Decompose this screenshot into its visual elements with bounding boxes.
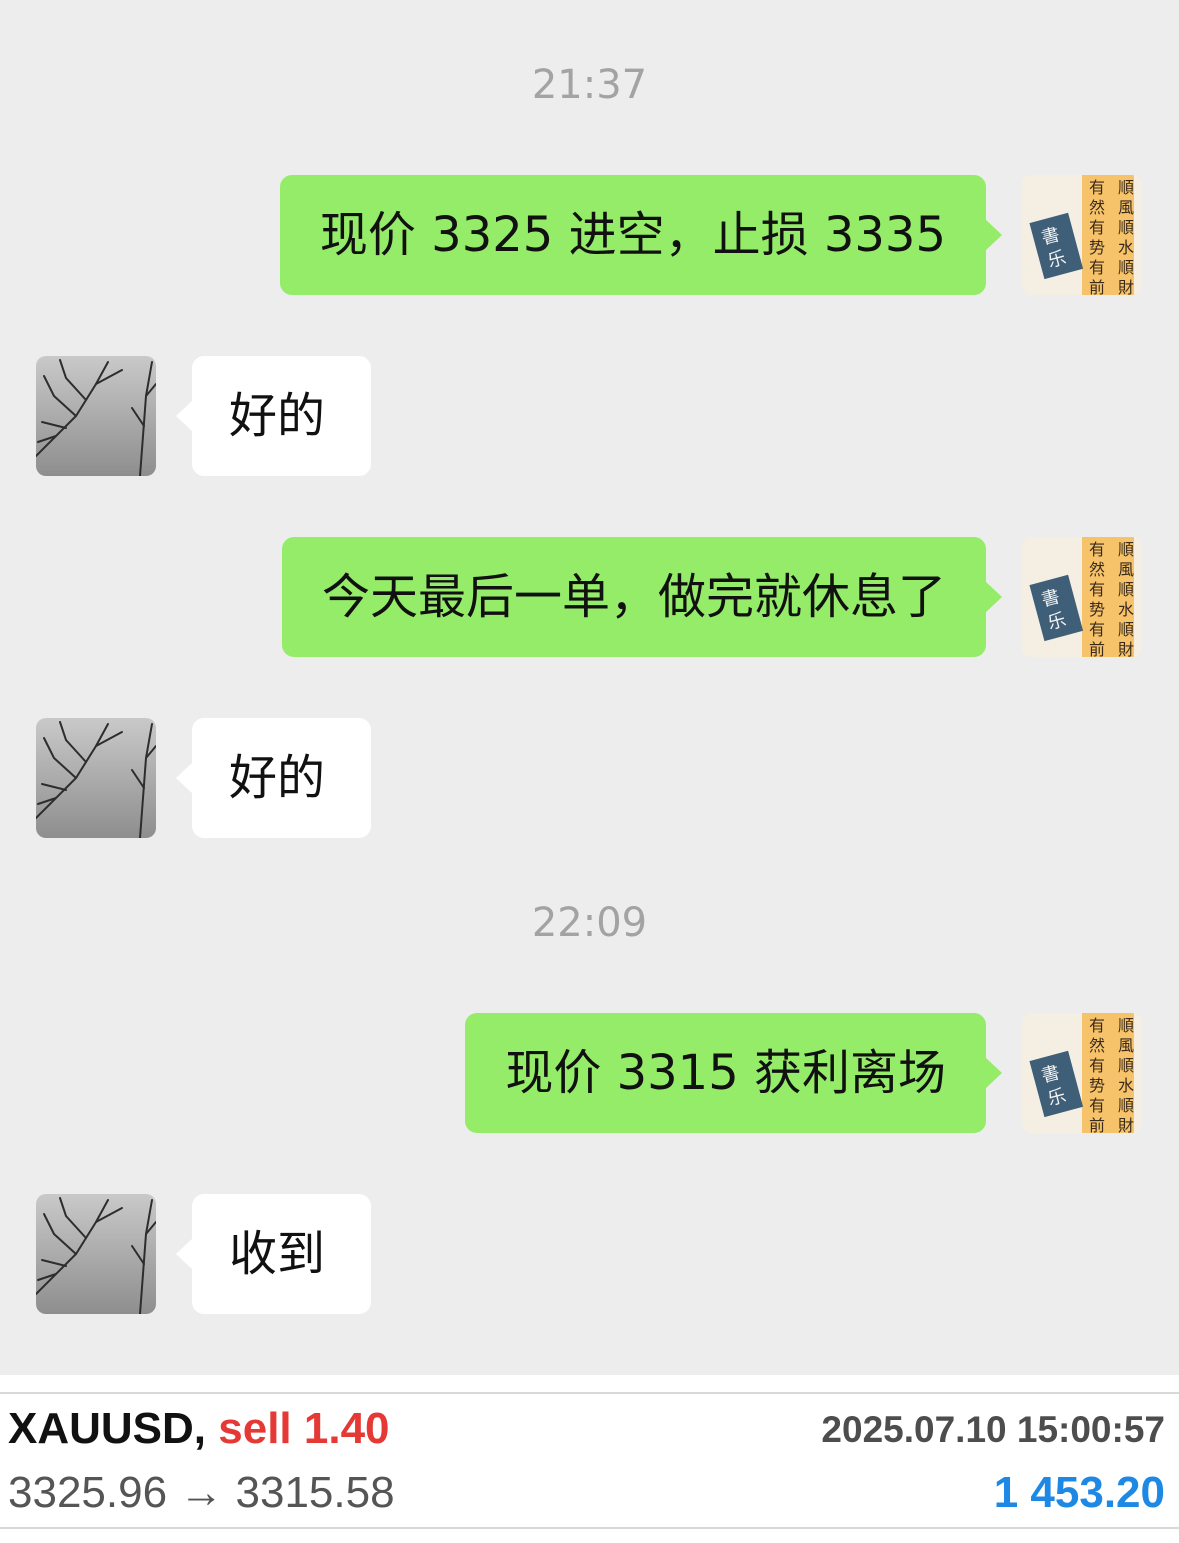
chat-area[interactable]: 21:37 现价 3325 进空，止损 3335 順 風 順 水 順 財 有 然… (0, 0, 1179, 1375)
message-bubble-received[interactable]: 好的 (176, 718, 371, 838)
message-bubble-sent[interactable]: 现价 3325 进空，止损 3335 (279, 175, 1003, 295)
svg-text:前: 前 (1089, 640, 1105, 657)
svg-text:順: 順 (1118, 1096, 1134, 1115)
trade-header: XAUUSD, sell 1.40 (8, 1401, 390, 1457)
calligraphy-avatar-icon[interactable]: 順 風 順 水 順 財 有 然 有 势 有 前 書 乐 (1022, 175, 1142, 295)
calligraphy-avatar-icon[interactable]: 順 風 順 水 順 財 有 然 有 势 有 前 書 乐 (1022, 537, 1142, 657)
svg-text:有: 有 (1089, 1096, 1105, 1115)
svg-text:有: 有 (1089, 1016, 1105, 1035)
svg-text:順: 順 (1118, 258, 1134, 277)
svg-text:順: 順 (1118, 218, 1134, 237)
divider (0, 1527, 1179, 1529)
svg-text:財: 財 (1118, 1116, 1134, 1133)
svg-text:順: 順 (1118, 540, 1134, 559)
svg-text:財: 財 (1118, 640, 1134, 657)
svg-text:势: 势 (1089, 1076, 1105, 1095)
svg-text:然: 然 (1089, 560, 1105, 579)
svg-text:風: 風 (1118, 560, 1134, 579)
svg-text:然: 然 (1089, 1036, 1105, 1055)
svg-text:然: 然 (1089, 198, 1105, 217)
svg-text:有: 有 (1089, 258, 1105, 277)
svg-text:有: 有 (1089, 580, 1105, 599)
svg-text:財: 財 (1118, 278, 1134, 295)
bare-tree-avatar-icon[interactable] (36, 1194, 156, 1314)
message-bubble-sent[interactable]: 现价 3315 获利离场 (465, 1013, 1002, 1133)
calligraphy-avatar-icon[interactable]: 順 風 順 水 順 財 有 然 有 势 有 前 書 乐 (1022, 1013, 1142, 1133)
svg-text:水: 水 (1118, 238, 1134, 257)
timestamp: 22:09 (531, 900, 648, 946)
svg-text:有: 有 (1089, 620, 1105, 639)
svg-text:水: 水 (1118, 1076, 1134, 1095)
timestamp: 21:37 (531, 62, 648, 108)
svg-text:有: 有 (1089, 1056, 1105, 1075)
message-bubble-sent[interactable]: 今天最后一单，做完就休息了 (281, 537, 1003, 657)
svg-text:前: 前 (1089, 278, 1105, 295)
trade-timestamp: 2025.07.10 15:00:57 (821, 1409, 1165, 1450)
svg-text:有: 有 (1089, 218, 1105, 237)
svg-text:順: 順 (1118, 1056, 1134, 1075)
message-bubble-received[interactable]: 收到 (176, 1194, 371, 1314)
bare-tree-avatar-icon[interactable] (36, 718, 156, 838)
trade-profit: 1 453.20 (993, 1468, 1165, 1517)
svg-text:前: 前 (1089, 1116, 1105, 1133)
trade-prices: 3325.96 → 3315.58 (8, 1468, 395, 1517)
divider (0, 1392, 1179, 1394)
trade-record: XAUUSD, sell 1.40 2025.07.10 15:00:57 33… (0, 1375, 1179, 1543)
svg-text:水: 水 (1118, 600, 1134, 619)
trade-side: sell 1.40 (218, 1404, 390, 1453)
svg-text:順: 順 (1118, 178, 1134, 197)
svg-text:順: 順 (1118, 620, 1134, 639)
svg-text:風: 風 (1118, 198, 1134, 217)
svg-text:有: 有 (1089, 540, 1105, 559)
bare-tree-avatar-icon[interactable] (36, 356, 156, 476)
svg-text:風: 風 (1118, 1036, 1134, 1055)
svg-text:势: 势 (1089, 238, 1105, 257)
svg-text:有: 有 (1089, 178, 1105, 197)
svg-text:順: 順 (1118, 1016, 1134, 1035)
trade-symbol: XAUUSD, (8, 1404, 207, 1453)
svg-text:順: 順 (1118, 580, 1134, 599)
svg-text:势: 势 (1089, 600, 1105, 619)
message-bubble-received[interactable]: 好的 (176, 356, 371, 476)
